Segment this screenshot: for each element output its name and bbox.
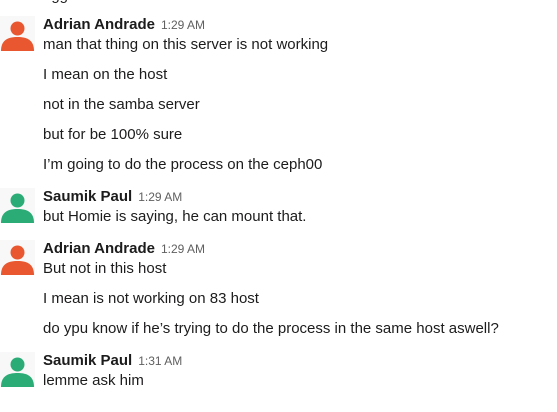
author-name[interactable]: Saumik Paul [43,188,132,205]
previous-message-text: ugg [43,0,68,4]
timestamp[interactable]: 1:29 AM [161,18,205,32]
avatar[interactable] [0,352,35,387]
person-icon [0,240,35,275]
message-text: man that thing on this server is not wor… [43,36,329,53]
avatar[interactable] [0,188,35,223]
message-text: but for be 100% sure [43,126,183,143]
message-text: not in the samba server [43,96,200,113]
avatar[interactable] [0,240,35,275]
message-text: I mean on the host [43,66,168,83]
timestamp[interactable]: 1:29 AM [138,190,182,204]
message-header: Saumik Paul 1:31 AM [43,352,182,370]
author-name[interactable]: Saumik Paul [43,352,132,369]
timestamp[interactable]: 1:29 AM [161,242,205,256]
person-icon [0,352,35,387]
person-icon [0,16,35,51]
message-text: do ypu know if he’s trying to do the pro… [43,320,499,337]
message-text: lemme ask him [43,372,144,389]
message-header: Adrian Andrade 1:29 AM [43,16,205,34]
message-text: I’m going to do the process on the ceph0… [43,156,323,173]
avatar[interactable] [0,16,35,51]
message-text: but Homie is saying, he can mount that. [43,208,307,225]
author-name[interactable]: Adrian Andrade [43,16,155,33]
message-header: Saumik Paul 1:29 AM [43,188,182,206]
message-text: But not in this host [43,260,167,277]
message-text: I mean is not working on 83 host [43,290,259,307]
person-icon [0,188,35,223]
author-name[interactable]: Adrian Andrade [43,240,155,257]
timestamp[interactable]: 1:31 AM [138,354,182,368]
message-header: Adrian Andrade 1:29 AM [43,240,205,258]
